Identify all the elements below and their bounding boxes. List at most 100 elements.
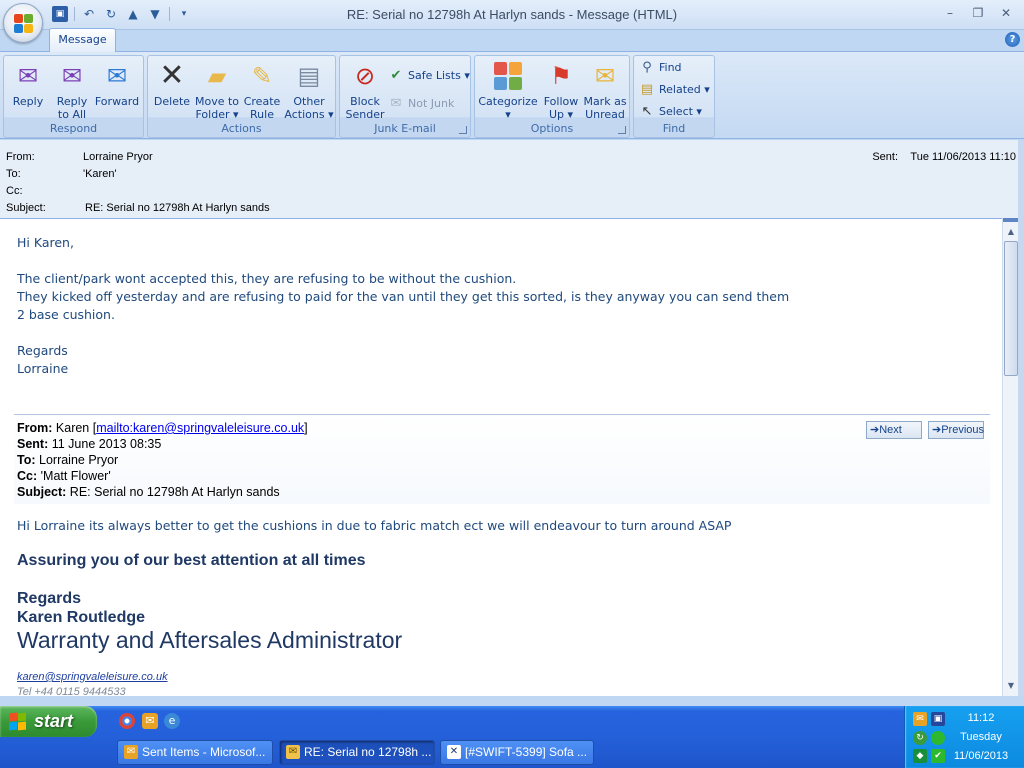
block-label-2: Sender: [345, 108, 385, 121]
restore-button[interactable]: ❐: [966, 4, 990, 22]
signature-name: Karen Routledge: [17, 609, 146, 626]
follow-up-button[interactable]: ⚑ Follow Up ▾: [539, 58, 583, 121]
help-icon[interactable]: ?: [1005, 32, 1020, 47]
forward-button[interactable]: ✉ Forward: [94, 58, 140, 108]
title-bar: ▣ ↶ ↻ ▲ ▼ ▾ RE: Serial no 12798h At Harl…: [0, 0, 1024, 30]
signature-regards: Regards: [17, 590, 82, 607]
create-rule-button[interactable]: ✎ Create Rule: [241, 58, 283, 121]
group-label-options: Options: [530, 122, 574, 135]
internet-explorer-icon[interactable]: e: [164, 713, 180, 729]
subject-value: RE: Serial no 12798h At Harlyn sands: [85, 202, 270, 214]
reply-all-label-1: Reply: [56, 95, 88, 108]
cursor-icon: ↖: [641, 104, 653, 119]
safe-lists-label: Safe Lists ▾: [408, 69, 470, 82]
other-actions-icon: ▤: [297, 62, 321, 90]
quoted-subject-label: Subject:: [17, 485, 67, 499]
sync-icon[interactable]: ↻: [913, 731, 927, 745]
vertical-scrollbar[interactable]: ▲ ▼: [1002, 218, 1019, 696]
related-button[interactable]: ▤ Related ▾: [639, 80, 710, 100]
clock-time[interactable]: 11:12: [938, 712, 1024, 724]
previous-button[interactable]: ➔Previous: [928, 421, 984, 439]
body-line: The client/park wont accepted this, they…: [17, 271, 517, 286]
security-icon[interactable]: ◆: [913, 749, 927, 763]
message-body[interactable]: Hi Karen, The client/park wont accepted …: [0, 218, 1002, 696]
find-button[interactable]: ⚲ Find: [639, 58, 681, 78]
minimize-button[interactable]: –: [938, 4, 962, 22]
taskbar-window-swift[interactable]: ✕ [#SWIFT-5399] Sofa ...: [440, 740, 594, 765]
close-button[interactable]: ✕: [994, 4, 1018, 22]
scroll-thumb[interactable]: [1004, 241, 1018, 376]
sent-value: Tue 11/06/2013 11:10: [910, 151, 1016, 163]
forward-label: Forward: [94, 95, 140, 108]
follow-label-1: Follow: [543, 95, 579, 108]
scroll-up-icon[interactable]: ▲: [1003, 224, 1019, 240]
safe-lists-button[interactable]: ✔ Safe Lists ▾: [388, 66, 470, 86]
from-value[interactable]: Lorraine Pryor: [83, 150, 153, 164]
not-junk-icon: ✉: [390, 96, 402, 111]
body-sender-name: Lorraine: [17, 361, 69, 376]
start-label: start: [34, 711, 74, 731]
ribbon: ✉ Reply ✉ Reply to All ✉ Forward Respond…: [0, 51, 1024, 139]
signature-email-link[interactable]: karen@springvaleleisure.co.uk: [17, 671, 168, 683]
move-to-folder-button[interactable]: ▰ Move to Folder ▾: [194, 58, 240, 121]
block-label-1: Block: [350, 95, 380, 108]
reply-all-button[interactable]: ✉ Reply to All: [50, 58, 94, 121]
body-greeting: Hi Karen,: [17, 235, 74, 250]
start-button[interactable]: start: [0, 706, 97, 737]
reply-button[interactable]: ✉ Reply: [8, 58, 48, 108]
block-sender-icon: ⊘: [354, 62, 376, 90]
group-respond: ✉ Reply ✉ Reply to All ✉ Forward Respond: [3, 55, 144, 138]
forward-icon: ✉: [106, 62, 128, 90]
next-button[interactable]: ➔Next: [866, 421, 922, 439]
chrome-icon[interactable]: [119, 713, 135, 729]
to-value[interactable]: 'Karen': [83, 167, 117, 181]
quoted-sent-value: 11 June 2013 08:35: [51, 437, 162, 451]
taskbar-window-message[interactable]: ✉ RE: Serial no 12798h ...: [279, 740, 435, 765]
quoted-subject-line: Subject: RE: Serial no 12798h At Harlyn …: [17, 484, 280, 500]
body-regards: Regards: [17, 343, 68, 358]
safe-lists-icon: ✔: [390, 68, 402, 83]
window-border: [1018, 140, 1024, 696]
related-label: Related ▾: [659, 83, 710, 96]
outlook-tray-icon[interactable]: ✉: [913, 712, 927, 726]
window-title: RE: Serial no 12798h At Harlyn sands - M…: [346, 7, 678, 22]
other-actions-label-2: Actions ▾: [284, 108, 334, 121]
mark-unread-button[interactable]: ✉ Mark as Unread: [582, 58, 628, 121]
windows-logo-icon: [9, 712, 27, 731]
office-logo-icon: [14, 14, 34, 34]
select-label: Select ▾: [659, 105, 702, 118]
select-button[interactable]: ↖ Select ▾: [639, 102, 702, 122]
taskbar-window-sent-items[interactable]: ✉ Sent Items - Microsof...: [117, 740, 273, 765]
body-line: They kicked off yesterday and are refusi…: [17, 289, 790, 304]
to-label: To:: [6, 168, 21, 180]
window-controls: – ❐ ✕: [938, 4, 1018, 22]
other-actions-button[interactable]: ▤ Other Actions ▾: [284, 58, 334, 121]
dialog-launcher-icon[interactable]: [459, 126, 467, 134]
next-label: Next: [879, 424, 902, 436]
group-label-respond: Respond: [49, 122, 98, 135]
scroll-down-icon[interactable]: ▼: [1003, 678, 1019, 694]
envelope-icon: ✉: [594, 62, 616, 90]
reply-all-label-2: to All: [57, 108, 87, 121]
outlook-quicklaunch-icon[interactable]: ✉: [142, 713, 158, 729]
not-junk-button[interactable]: ✉ Not Junk: [388, 94, 455, 114]
move-label-2: Folder ▾: [195, 108, 239, 121]
office-button[interactable]: [3, 3, 43, 43]
reply-icon: ✉: [17, 62, 39, 90]
scroll-marker: [1003, 218, 1019, 222]
from-label: From:: [6, 151, 35, 163]
assurance-line: Assuring you of our best attention at al…: [17, 552, 366, 569]
block-sender-button[interactable]: ⊘ Block Sender: [343, 58, 387, 121]
mark-label-2: Unread: [585, 108, 625, 121]
signature-title: Warranty and Aftersales Administrator: [17, 627, 403, 653]
dialog-launcher-icon[interactable]: [618, 126, 626, 134]
tab-message[interactable]: Message: [49, 28, 116, 52]
quoted-email-link[interactable]: mailto:karen@springvaleleisure.co.uk: [96, 421, 304, 435]
signature-phone: Tel +44 0115 9444533: [17, 686, 126, 696]
next-arrow-icon: ➔: [870, 424, 880, 436]
group-find: ⚲ Find ▤ Related ▾ ↖ Select ▾ Find: [633, 55, 715, 138]
categorize-button[interactable]: Categorize ▾: [478, 58, 538, 121]
categorize-icon: [492, 60, 524, 92]
delete-button[interactable]: ✕ Delete: [152, 58, 192, 109]
quoted-from-line: From: Karen [mailto:karen@springvaleleis…: [17, 420, 308, 436]
